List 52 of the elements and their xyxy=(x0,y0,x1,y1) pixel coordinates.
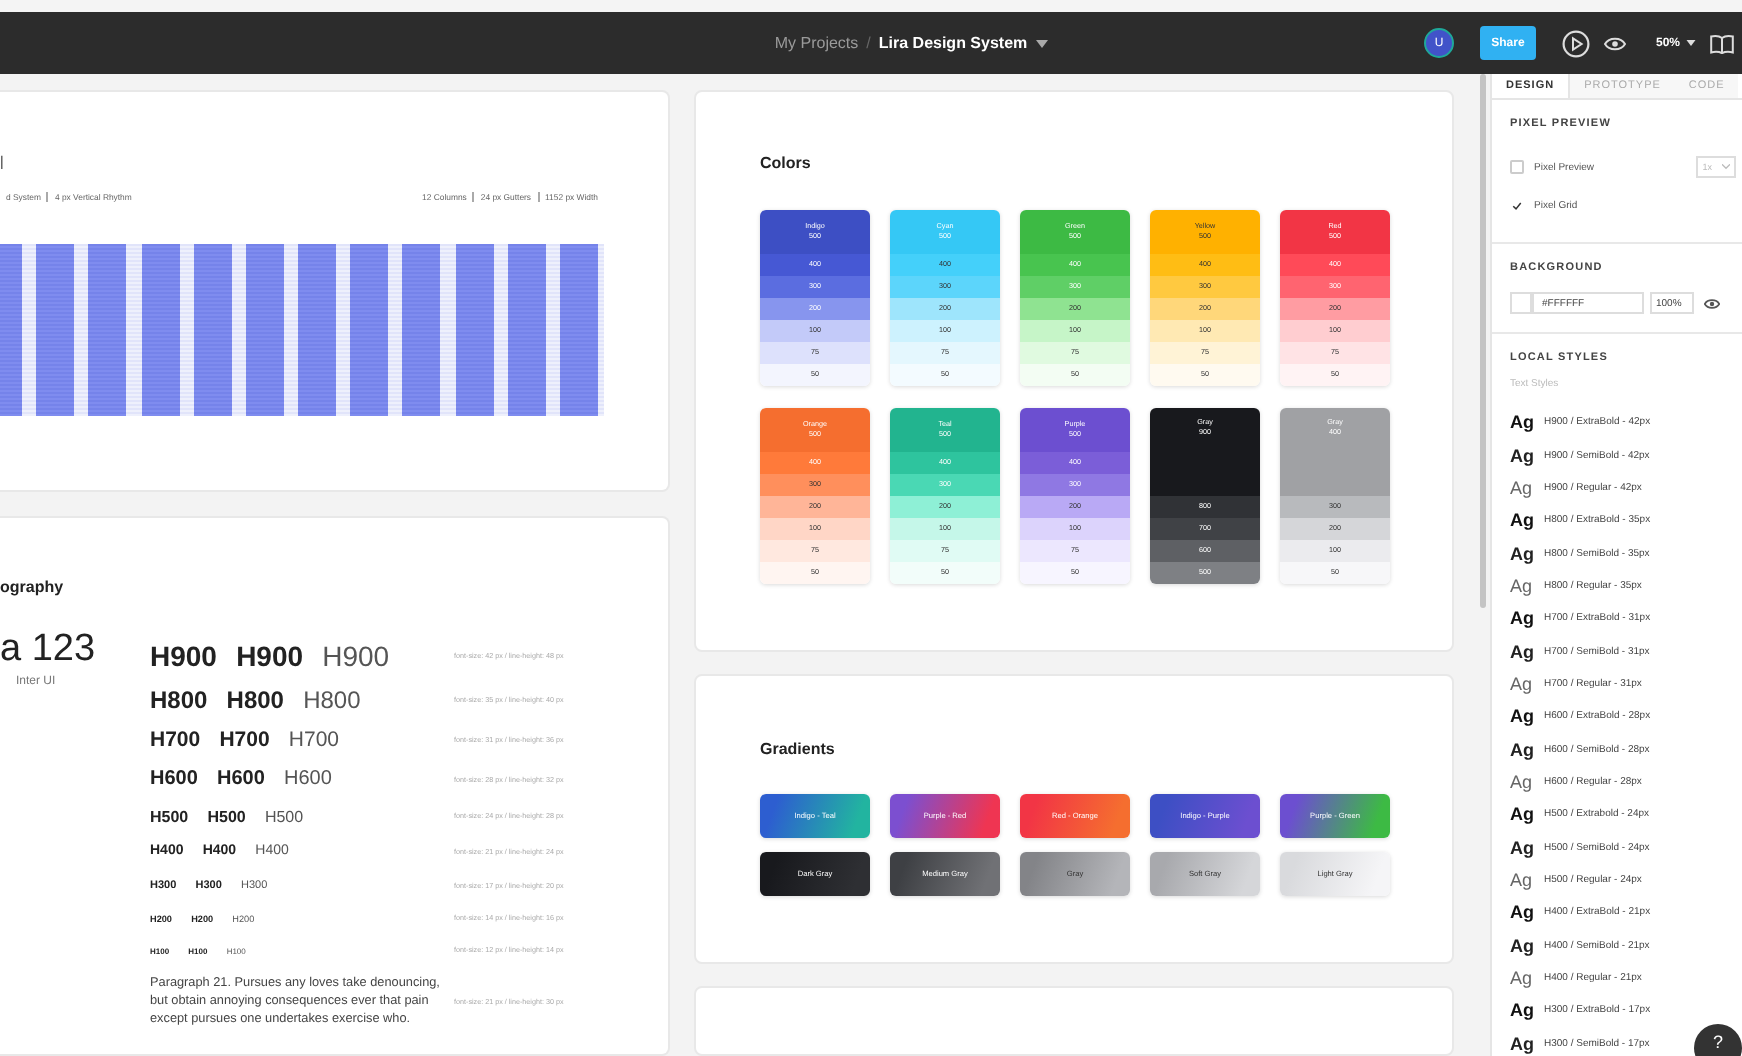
text-style-preview: Ag xyxy=(1510,412,1536,433)
heading-sample: H700 xyxy=(288,728,340,752)
font-sample: a 123 xyxy=(0,630,98,670)
heading-sample: H600 xyxy=(284,768,332,790)
text-style-preview: Ag xyxy=(1510,869,1535,890)
heading-sample: H700 xyxy=(150,728,201,752)
text-style-preview: Ag xyxy=(1510,837,1536,858)
heading-sample: H600 xyxy=(150,768,198,790)
heading-sample: H900 xyxy=(150,639,217,671)
text-style-preview: Ag xyxy=(1510,902,1536,923)
heading-sample: H800 xyxy=(303,685,361,713)
card-title: ography xyxy=(0,578,66,596)
text-style-preview: Ag xyxy=(1510,1033,1536,1054)
heading-sample: H900 xyxy=(236,639,304,671)
text-style-preview: Ag xyxy=(1510,935,1536,956)
text-style-preview: Ag xyxy=(1510,706,1536,727)
text-style-preview: Ag xyxy=(1510,771,1535,792)
breadcrumb-link[interactable]: My Projects xyxy=(774,34,859,52)
heading-sample: H800 xyxy=(150,685,208,713)
book-icon[interactable] xyxy=(1710,33,1734,53)
heading-sample: H900 xyxy=(322,639,390,671)
heading-sample: H700 xyxy=(219,728,270,752)
text-style-preview: Ag xyxy=(1510,575,1535,596)
checkbox[interactable] xyxy=(1510,198,1524,212)
text-style-preview: Ag xyxy=(1510,804,1536,825)
caret-icon[interactable] xyxy=(1035,39,1048,47)
text-style-preview: Ag xyxy=(1510,739,1536,760)
color-swatch[interactable] xyxy=(1510,292,1532,314)
breadcrumb-separator: / xyxy=(866,34,871,52)
heading-sample: H800 xyxy=(226,685,284,713)
heading-sample: H500 xyxy=(150,807,189,825)
text-style-preview: Ag xyxy=(1510,673,1535,694)
text-style-preview: Ag xyxy=(1510,510,1536,531)
text-style-preview: Ag xyxy=(1510,641,1536,662)
heading-sample: H600 xyxy=(217,768,265,790)
eye-icon[interactable] xyxy=(1704,297,1720,309)
text-style-preview: Ag xyxy=(1510,1000,1536,1021)
heading-sample: H500 xyxy=(207,807,246,825)
text-style-preview: Ag xyxy=(1510,543,1536,564)
card-title: Colors xyxy=(760,154,813,172)
card-title: Gradients xyxy=(760,740,837,758)
heading-sample: H500 xyxy=(264,807,304,825)
text-style-preview: Ag xyxy=(1510,968,1535,989)
file-title[interactable]: Lira Design System xyxy=(878,34,1028,52)
play-icon[interactable] xyxy=(1561,29,1590,57)
chevron-icon xyxy=(1721,164,1730,170)
text-style-preview: Ag xyxy=(1510,608,1536,629)
help-button[interactable]: ? xyxy=(1694,1024,1742,1056)
text-style-preview: Ag xyxy=(1510,477,1535,498)
scrollbar[interactable] xyxy=(1480,74,1486,608)
text-style-preview: Ag xyxy=(1510,445,1536,466)
caret-icon[interactable] xyxy=(1686,40,1696,46)
